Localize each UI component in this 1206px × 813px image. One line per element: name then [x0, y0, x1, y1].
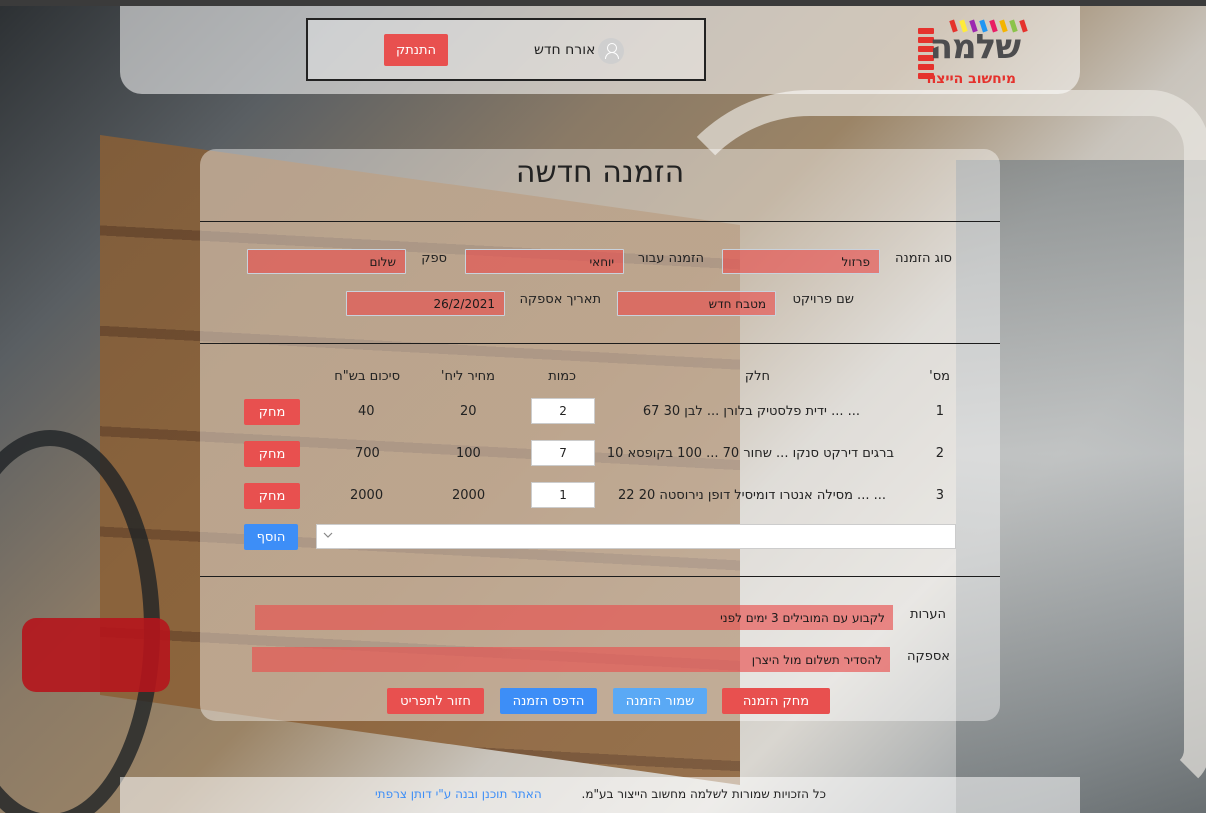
divider: [200, 221, 1000, 222]
col-header-part: חלק: [744, 369, 770, 384]
company-logo[interactable]: שלמה מיחשוב הייצור: [916, 14, 1028, 92]
row-total: 700: [355, 446, 380, 461]
row-total: 40: [358, 404, 375, 419]
logo-main-text: שלמה: [929, 27, 1021, 67]
project-name-label: שם פרויקט: [792, 292, 854, 307]
add-row-button[interactable]: הוסף: [244, 524, 298, 550]
delete-row-button[interactable]: מחק: [244, 441, 300, 467]
supplier-field[interactable]: שלום: [247, 249, 406, 274]
delete-row-button[interactable]: מחק: [244, 399, 300, 425]
credit-link[interactable]: האתר תוכנן ובנה ע"י דותן צרפתי: [375, 787, 542, 801]
user-avatar-icon: [598, 38, 624, 64]
delivery-notes-field[interactable]: להסדיר תשלום מול היצרן: [252, 647, 890, 672]
quantity-input[interactable]: 2: [531, 398, 595, 424]
chevron-down-icon: [323, 532, 333, 538]
logout-button[interactable]: התנתק: [384, 34, 448, 66]
delete-order-button[interactable]: מחק הזמנה: [722, 688, 830, 714]
project-name-field[interactable]: מטבח חדש: [617, 291, 776, 316]
remarks-label: הערות: [909, 607, 946, 622]
background-reflector: [22, 618, 170, 692]
logo-sub-text: מיחשוב הייצור: [923, 71, 1016, 87]
delivery-date-label: תאריך אספקה: [519, 292, 601, 307]
col-header-total: סיכום בש"ח: [334, 369, 400, 384]
quantity-input[interactable]: 7: [531, 440, 595, 466]
order-type-field[interactable]: פרזול: [722, 249, 880, 274]
user-panel: אורח חדש התנתק: [306, 18, 706, 81]
row-num: 1: [935, 404, 944, 419]
divider: [200, 343, 1000, 344]
row-num: 3: [935, 488, 944, 503]
site-header: שלמה מיחשוב הייצור אורח חדש התנתק: [120, 6, 1080, 94]
divider: [200, 576, 1000, 577]
user-name: אורח חדש: [534, 42, 596, 58]
row-total: 2000: [350, 488, 384, 503]
back-to-menu-button[interactable]: חזור לתפריט: [387, 688, 484, 714]
row-price: 2000: [452, 488, 486, 503]
supplier-label: ספק: [421, 251, 447, 266]
delete-row-button[interactable]: מחק: [244, 483, 300, 509]
row-part: ברגים דירקט סנקו ... שחור 70 ... 100 בקו…: [606, 446, 894, 461]
save-order-button[interactable]: שמור הזמנה: [613, 688, 707, 714]
row-num: 2: [935, 446, 944, 461]
page-title: הזמנה חדשה: [515, 155, 685, 190]
order-for-field[interactable]: יוחאי: [465, 249, 624, 274]
order-type-label: סוג הזמנה: [895, 251, 952, 266]
row-price: 20: [460, 404, 477, 419]
row-part: ... ... מסילה אנטרו דומיסיל דופן נירוסטה…: [618, 488, 886, 503]
new-order-card: הזמנה חדשה סוג הזמנה פרזול הזמנה עבור יו…: [200, 149, 1000, 721]
order-for-label: הזמנה עבור: [637, 251, 704, 266]
col-header-price: מחיר ליח': [440, 369, 495, 384]
copyright-text: כל הזכויות שמורות לשלמה מחשוב הייצור בע"…: [581, 787, 827, 801]
col-header-num: מס': [929, 369, 950, 384]
col-header-qty: כמות: [548, 369, 576, 384]
remarks-field[interactable]: לקבוע עם המובילים 3 ימים לפני: [255, 605, 893, 630]
site-footer: כל הזכויות שמורות לשלמה מחשוב הייצור בע"…: [120, 777, 1080, 813]
row-price: 100: [456, 446, 481, 461]
quantity-input[interactable]: 1: [531, 482, 595, 508]
print-order-button[interactable]: הדפס הזמנה: [500, 688, 597, 714]
delivery-date-field[interactable]: 26/2/2021: [346, 291, 505, 316]
row-part: ... ... ידית פלסטיק בלורן ... לבן 30 67: [642, 404, 860, 419]
delivery-notes-label: אספקה: [907, 649, 950, 664]
part-select[interactable]: [316, 524, 956, 549]
